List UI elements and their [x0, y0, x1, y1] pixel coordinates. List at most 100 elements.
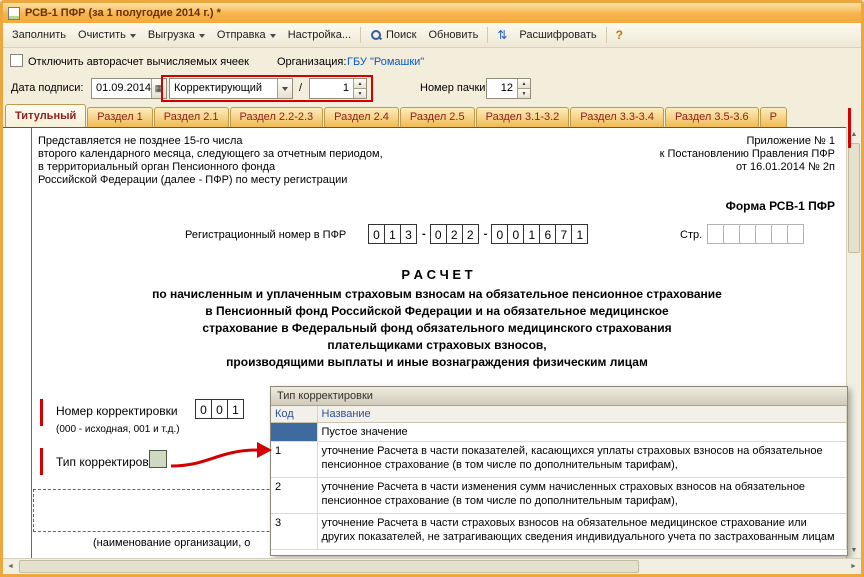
- slash-separator: /: [299, 82, 303, 94]
- tab-cut-off[interactable]: Р: [759, 107, 787, 127]
- registration-number-label: Регистрационный номер в ПФР: [185, 229, 347, 241]
- pack-number-field[interactable]: 12 ▲ ▼: [486, 78, 531, 99]
- tab-strip: Титульный Раздел 1 Раздел 2.1 Раздел 2.2…: [3, 101, 861, 127]
- scroll-right-icon[interactable]: ►: [846, 559, 861, 574]
- popup-titlebar[interactable]: Тип корректировки: [271, 387, 847, 406]
- search-button[interactable]: Поиск: [364, 26, 422, 44]
- sign-date-field[interactable]: 01.09.2014 ▦: [91, 78, 167, 99]
- help-button[interactable]: ?: [610, 25, 629, 45]
- form-area: Представляется не позднее 15-го числа вт…: [3, 127, 861, 558]
- table-row-code-2[interactable]: 2 уточнение Расчета в части изменения су…: [271, 477, 847, 514]
- sign-date-row: Дата подписи: 01.09.2014 ▦ Корректирующи…: [3, 74, 861, 101]
- calendar-icon[interactable]: ▦: [151, 79, 166, 98]
- window-title: РСВ-1 ПФР (за 1 полугодие 2014 г.) *: [25, 7, 221, 19]
- calc-subtitle: по начисленным и уплаченным страховым вз…: [33, 286, 841, 371]
- calc-subtitle-line: плательщиками страховых взносов,: [327, 338, 547, 352]
- digit-box: 1: [384, 224, 401, 244]
- tab-section-3-3-3-4[interactable]: Раздел 3.3-3.4: [570, 107, 664, 127]
- table-row-empty-value[interactable]: Пустое значение: [271, 422, 847, 442]
- spin-up-icon[interactable]: ▲: [518, 79, 530, 88]
- tab-section-1[interactable]: Раздел 1: [87, 107, 153, 127]
- spin-down-icon[interactable]: ▼: [518, 88, 530, 98]
- tab-section-2-1[interactable]: Раздел 2.1: [153, 107, 229, 127]
- unload-button[interactable]: Выгрузка: [142, 26, 211, 44]
- table-row-code-3[interactable]: 3 уточнение Расчета в части страховых вз…: [271, 513, 847, 550]
- horizontal-scrollbar[interactable]: ◄ ►: [3, 558, 861, 574]
- clear-button[interactable]: Очистить: [72, 26, 142, 44]
- load-unload-button[interactable]: ⇅: [491, 27, 513, 44]
- name-cell[interactable]: уточнение Расчета в части показателей, к…: [317, 441, 847, 478]
- name-cell[interactable]: уточнение Расчета в части изменения сумм…: [317, 477, 847, 514]
- pack-number-value: 12: [500, 82, 513, 94]
- popup-title-text: Тип корректировки: [277, 390, 373, 402]
- name-column-header[interactable]: Название: [317, 406, 847, 423]
- tab-section-2-4[interactable]: Раздел 2.4: [324, 107, 399, 127]
- digit-box: 2: [445, 224, 463, 244]
- fill-button[interactable]: Заполнить: [6, 26, 72, 44]
- code-cell[interactable]: 1: [271, 441, 318, 478]
- tab-title-page[interactable]: Титульный: [5, 104, 87, 127]
- registration-number-boxes: 0 1 3 - 0 2 2 - 0 0 1 6 7 1: [368, 224, 589, 244]
- table-row-code-1[interactable]: 1 уточнение Расчета в части показателей,…: [271, 441, 847, 478]
- digit-box: 1: [227, 399, 244, 419]
- fill-button-label: Заполнить: [12, 29, 67, 41]
- scroll-down-icon[interactable]: ▼: [847, 543, 861, 558]
- send-button[interactable]: Отправка: [211, 26, 282, 44]
- code-column-header[interactable]: Код: [271, 406, 318, 423]
- horizontal-scroll-thumb[interactable]: [19, 560, 639, 573]
- vertical-scroll-thumb[interactable]: [848, 143, 860, 253]
- code-cell-selected[interactable]: [271, 422, 318, 442]
- empty-digit-box: [771, 224, 788, 244]
- page-label: Стр.: [680, 229, 703, 241]
- settings-button[interactable]: Настройка...: [282, 26, 357, 44]
- tab-section-2-2-2-3[interactable]: Раздел 2.2-2.3: [229, 107, 324, 127]
- calc-subtitle-line: страхование в Федеральный фонд обязатель…: [202, 321, 672, 335]
- annotation-edge-line: [848, 108, 851, 148]
- digit-box: 0: [368, 224, 385, 244]
- digit-box: 0: [211, 399, 228, 419]
- tab-section-3-1-3-2[interactable]: Раздел 3.1-3.2: [475, 107, 570, 127]
- decipher-button[interactable]: Расшифровать: [513, 26, 602, 44]
- empty-digit-box: [755, 224, 772, 244]
- digit-box: 7: [555, 224, 573, 244]
- name-cell[interactable]: уточнение Расчета в части страховых взно…: [317, 513, 847, 550]
- correction-number-field[interactable]: 1 ▲ ▼: [309, 78, 367, 99]
- appendix-note-line: от 16.01.2014 № 2п: [735, 161, 835, 173]
- dropdown-caret-icon: [282, 87, 288, 91]
- dash-separator: -: [422, 228, 426, 240]
- correction-type-combo[interactable]: Корректирующий: [169, 78, 293, 99]
- combo-dropdown-button[interactable]: [277, 79, 292, 98]
- code-cell[interactable]: 2: [271, 477, 318, 514]
- refresh-button[interactable]: Обновить: [423, 26, 485, 44]
- toolbar-separator: [360, 27, 362, 43]
- code-cell[interactable]: 3: [271, 513, 318, 550]
- submission-note-line: в территориальный орган Пенсионного фонд…: [38, 161, 276, 173]
- digit-box: 0: [429, 224, 447, 244]
- correction-type-input[interactable]: [149, 450, 167, 468]
- calc-subtitle-line: производящими выплаты и иные вознагражде…: [226, 355, 648, 369]
- name-cell[interactable]: Пустое значение: [317, 422, 847, 442]
- tab-section-2-5[interactable]: Раздел 2.5: [399, 107, 475, 127]
- calc-title: Р А С Ч Е Т: [401, 267, 473, 282]
- empty-digit-box: [723, 224, 740, 244]
- digit-box: 3: [400, 224, 417, 244]
- calc-subtitle-line: в Пенсионный фонд Российской Федерации и…: [205, 304, 669, 318]
- refresh-button-label: Обновить: [428, 29, 479, 41]
- autocalc-checkbox[interactable]: [10, 54, 23, 67]
- submission-note-line: Представляется не позднее 15-го числа: [38, 135, 243, 147]
- options-row: Отключить авторасчет вычисляемых ячеек О…: [3, 48, 861, 74]
- digit-box: 0: [491, 224, 509, 244]
- appendix-note-line: к Постановлению Правления ПФР: [659, 148, 835, 160]
- window-titlebar: РСВ-1 ПФР (за 1 полугодие 2014 г.) *: [3, 3, 861, 23]
- spin-up-icon[interactable]: ▲: [354, 79, 366, 88]
- correction-number-label: Номер корректировки: [56, 404, 178, 418]
- organization-value[interactable]: ГБУ "Ромашки": [347, 56, 424, 68]
- tab-section-3-5-3-6[interactable]: Раздел 3.5-3.6: [664, 107, 759, 127]
- form-name: Форма РСВ-1 ПФР: [725, 199, 835, 213]
- toolbar-separator: [605, 27, 607, 43]
- scroll-left-icon[interactable]: ◄: [3, 559, 18, 574]
- correction-number-hint: (000 - исходная, 001 и т.д.): [56, 424, 180, 435]
- vertical-scrollbar[interactable]: ▲ ▼: [846, 127, 861, 558]
- spin-down-icon[interactable]: ▼: [354, 88, 366, 98]
- annotation-marker-bar: [40, 448, 43, 475]
